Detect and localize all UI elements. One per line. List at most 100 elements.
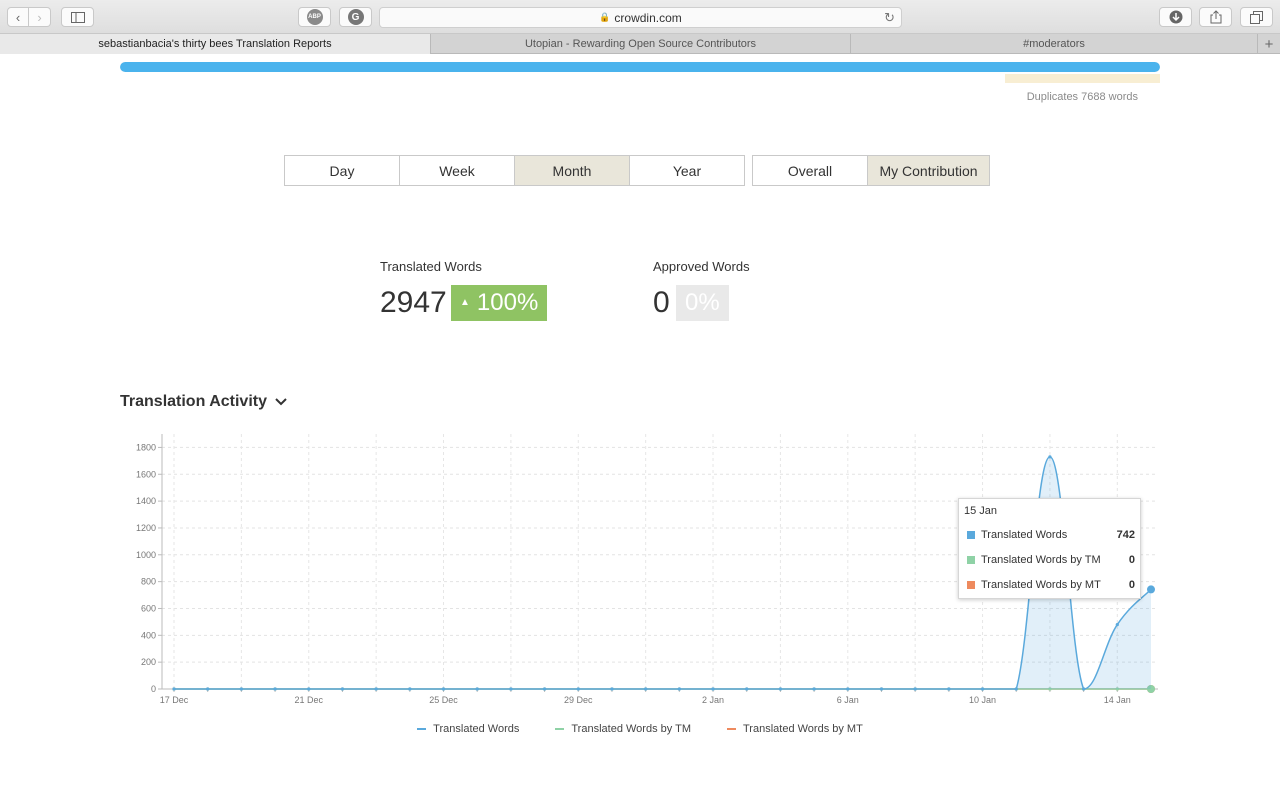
data-point — [1082, 687, 1086, 691]
legend-line-icon — [727, 728, 736, 730]
tooltip-row-mt: Translated Words by MT 0 — [967, 579, 1135, 591]
data-point — [542, 687, 547, 691]
data-point — [947, 687, 951, 691]
x-tick-label: 2 Jan — [702, 695, 724, 705]
y-tick-label: 200 — [141, 657, 156, 667]
project-progress-bar — [120, 62, 1160, 72]
new-tab-button[interactable]: + — [1258, 34, 1280, 54]
data-point — [913, 687, 917, 691]
x-tick-label: 10 Jan — [969, 695, 996, 705]
grammarly-button[interactable]: G — [339, 7, 372, 27]
forward-button[interactable]: › — [29, 7, 51, 27]
data-point — [711, 687, 715, 691]
tab-bar: sebastianbacia's thirty bees Translation… — [0, 34, 1280, 54]
data-point — [846, 687, 850, 691]
data-point — [745, 687, 749, 691]
period-day-button[interactable]: Day — [284, 155, 400, 186]
scope-selector: Overall My Contribution — [752, 155, 990, 186]
tooltip-row-tm: Translated Words by TM 0 — [967, 554, 1135, 566]
period-month-button[interactable]: Month — [514, 155, 630, 186]
plus-icon: + — [1264, 35, 1274, 53]
address-bar[interactable]: 🔒 crowdin.com ↻ — [379, 7, 902, 28]
data-point — [879, 687, 884, 691]
duplicates-label: Duplicates 7688 words — [1026, 91, 1138, 103]
legend-line-icon — [417, 728, 427, 730]
period-year-button[interactable]: Year — [629, 155, 745, 186]
x-tick-label: 21 Dec — [294, 695, 323, 705]
data-point — [778, 687, 783, 691]
chart-tooltip: 15 Jan Translated Words 742 Translated W… — [958, 498, 1141, 599]
period-selector: Day Week Month Year — [284, 155, 745, 186]
tab-label: #moderators — [1023, 38, 1085, 50]
x-tick-label: 6 Jan — [837, 695, 859, 705]
tab-label: sebastianbacia's thirty bees Translation… — [98, 38, 332, 50]
grammarly-icon: G — [347, 9, 364, 25]
tooltip-row-value: 0 — [1128, 579, 1135, 591]
y-tick-label: 1400 — [136, 496, 156, 506]
data-point — [644, 687, 648, 691]
y-tick-label: 400 — [141, 630, 156, 640]
download-icon — [1169, 10, 1182, 24]
tab-translation-reports[interactable]: sebastianbacia's thirty bees Translation… — [0, 34, 431, 54]
translated-words-value: 2947 — [380, 286, 447, 319]
scope-my-contribution-button[interactable]: My Contribution — [867, 155, 990, 186]
data-point — [475, 687, 479, 691]
data-point — [307, 687, 311, 691]
swatch-icon — [967, 531, 975, 539]
scope-overall-button[interactable]: Overall — [752, 155, 868, 186]
data-point — [172, 687, 176, 691]
arrow-up-icon: ▲ — [460, 296, 470, 308]
x-tick-label: 14 Jan — [1104, 695, 1131, 705]
y-tick-label: 600 — [141, 603, 156, 613]
share-icon — [1210, 10, 1221, 24]
data-point — [1115, 622, 1119, 627]
tabs-overview-button[interactable] — [1240, 7, 1273, 27]
y-tick-label: 1000 — [136, 550, 156, 560]
x-tick-label: 17 Dec — [160, 695, 189, 705]
share-button[interactable] — [1199, 7, 1232, 27]
translated-words-label: Translated Words — [380, 259, 482, 274]
approved-words-label: Approved Words — [653, 259, 750, 274]
translation-activity-header[interactable]: Translation Activity — [120, 393, 287, 411]
tab-utopian[interactable]: Utopian - Rewarding Open Source Contribu… — [431, 34, 851, 54]
legend-item-mt[interactable]: Translated Words by MT — [727, 723, 863, 735]
tab-moderators[interactable]: #moderators — [851, 34, 1258, 54]
data-point — [441, 687, 446, 691]
chevron-right-icon: › — [37, 9, 42, 25]
data-point — [408, 687, 412, 691]
data-point — [812, 687, 816, 691]
sidebar-toggle-button[interactable] — [61, 7, 94, 27]
legend-line-icon — [555, 728, 565, 730]
legend-item-tm[interactable]: Translated Words by TM — [555, 723, 691, 735]
x-tick-label: 29 Dec — [564, 695, 593, 705]
data-point — [273, 687, 277, 691]
back-button[interactable]: ‹ — [7, 7, 29, 27]
url-text: crowdin.com — [614, 10, 682, 25]
tooltip-row-name: Translated Words by MT — [981, 579, 1101, 591]
translated-words-change: 100% — [476, 289, 539, 316]
duplicates-bar — [1005, 74, 1160, 83]
approved-words-change: 0% — [685, 289, 720, 316]
approved-words-change-badge: 0% — [676, 285, 729, 321]
data-point — [239, 687, 243, 691]
chevron-left-icon: ‹ — [15, 9, 21, 25]
data-point — [1014, 687, 1018, 691]
data-point — [980, 687, 985, 691]
adblock-button[interactable]: ABP — [298, 7, 331, 27]
y-tick-label: 1800 — [136, 442, 156, 452]
legend-label: Translated Words by TM — [571, 723, 691, 735]
chart-legend: Translated Words Translated Words by TM … — [0, 723, 1280, 735]
downloads-button[interactable] — [1159, 7, 1192, 27]
tabs-icon — [1250, 10, 1263, 24]
data-point — [576, 687, 580, 691]
x-tick-label: 25 Dec — [429, 695, 458, 705]
tooltip-date: 15 Jan — [964, 505, 998, 517]
data-point — [677, 687, 681, 691]
reload-icon[interactable]: ↻ — [884, 10, 895, 26]
legend-item-translated[interactable]: Translated Words — [417, 723, 519, 735]
tooltip-row-name: Translated Words by TM — [981, 554, 1101, 566]
y-tick-label: 1600 — [136, 469, 156, 479]
period-week-button[interactable]: Week — [399, 155, 515, 186]
data-point — [1048, 455, 1052, 459]
data-point — [374, 687, 378, 691]
